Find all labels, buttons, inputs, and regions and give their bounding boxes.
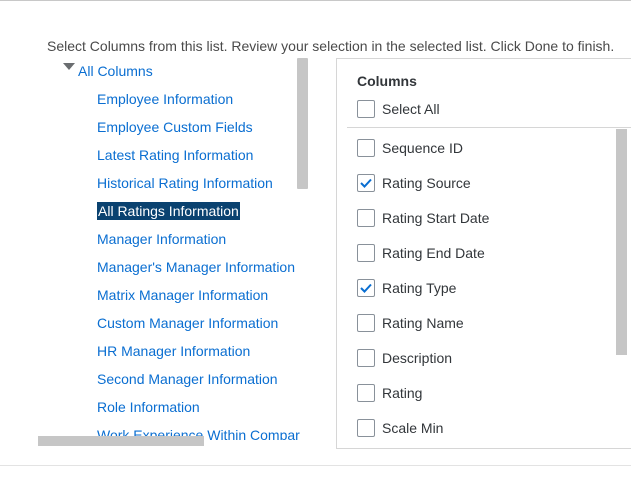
column-checkbox[interactable]: [357, 279, 375, 297]
tree-item[interactable]: HR Manager Information: [97, 342, 250, 360]
column-checkbox-label: Rating End Date: [382, 245, 485, 261]
column-checkbox-label: Rating Start Date: [382, 210, 490, 226]
tree-item[interactable]: Manager Information: [97, 230, 226, 248]
tree-root-label: All Columns: [78, 63, 153, 79]
column-checkbox[interactable]: [357, 244, 375, 262]
column-checkbox-row[interactable]: Description: [357, 347, 452, 369]
select-all-divider: [347, 127, 631, 128]
column-checkbox-label: Rating: [382, 385, 423, 401]
column-checkbox-row[interactable]: Scale Min: [357, 417, 443, 439]
select-all-checkbox[interactable]: [357, 100, 375, 118]
tree-item[interactable]: Matrix Manager Information: [97, 286, 268, 304]
tree-item[interactable]: Custom Manager Information: [97, 314, 278, 332]
tree-item[interactable]: Employee Information: [97, 90, 233, 108]
column-checkbox[interactable]: [357, 314, 375, 332]
column-checkbox-label: Description: [382, 350, 453, 366]
bottom-divider: [0, 465, 631, 466]
column-checkbox-row[interactable]: Rating End Date: [357, 242, 485, 264]
column-category-tree: All Columns Employee Information Employee…: [60, 56, 310, 440]
column-checkbox-row[interactable]: Rating Source: [357, 172, 471, 194]
column-checkbox-row[interactable]: Rating Name: [357, 312, 464, 334]
tree-item[interactable]: Second Manager Information: [97, 370, 278, 388]
tree-item[interactable]: Role Information: [97, 398, 200, 416]
select-all-label: Select All: [382, 101, 440, 117]
caret-down-icon[interactable]: [63, 63, 75, 70]
column-checkbox[interactable]: [357, 209, 375, 227]
columns-panel: Columns Select All Sequence ID Rating Sou…: [336, 58, 631, 449]
column-checkbox[interactable]: [357, 384, 375, 402]
instruction-text: Select Columns from this list. Review yo…: [47, 38, 615, 54]
column-checkbox[interactable]: [357, 174, 375, 192]
top-divider: [0, 0, 631, 1]
column-checkbox-label: Sequence ID: [382, 140, 463, 156]
column-checkbox-label: Rating Source: [382, 175, 471, 191]
tree-item[interactable]: Employee Custom Fields: [97, 118, 253, 136]
column-checkbox-label: Rating Name: [382, 315, 464, 331]
column-checkbox-row[interactable]: Rating: [357, 382, 422, 404]
tree-vertical-scrollbar[interactable]: [297, 58, 308, 189]
column-checkbox-row[interactable]: Rating Start Date: [357, 207, 489, 229]
tree-item[interactable]: Historical Rating Information: [97, 174, 273, 192]
tree-root-all-columns[interactable]: All Columns: [63, 62, 153, 80]
columns-vertical-scrollbar[interactable]: [616, 129, 627, 355]
select-all-checkbox-row[interactable]: Select All: [357, 98, 440, 120]
column-checkbox-row[interactable]: Rating Type: [357, 277, 456, 299]
columns-header: Columns: [357, 73, 417, 89]
column-checkbox-label: Scale Min: [382, 420, 444, 436]
column-checkbox[interactable]: [357, 139, 375, 157]
tree-horizontal-scrollbar[interactable]: [38, 436, 204, 446]
column-checkbox[interactable]: [357, 419, 375, 437]
tree-item[interactable]: All Ratings Information: [97, 202, 240, 220]
column-checkbox-row[interactable]: Sequence ID: [357, 137, 463, 159]
tree-item[interactable]: Latest Rating Information: [97, 146, 253, 164]
column-checkbox-label: Rating Type: [382, 280, 457, 296]
tree-item[interactable]: Manager's Manager Information: [97, 258, 295, 276]
column-checkbox[interactable]: [357, 349, 375, 367]
